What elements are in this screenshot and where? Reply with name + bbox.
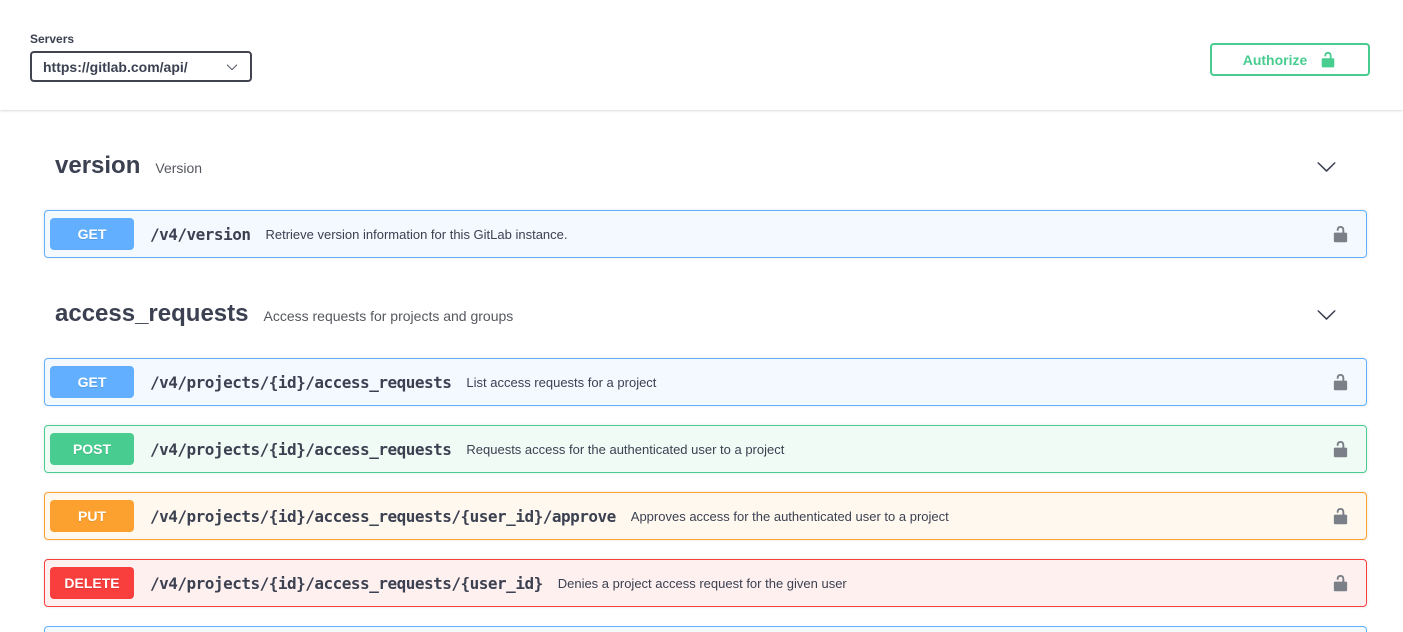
operation-path: /v4/projects/{id}/access_requests/{user_… [150, 507, 616, 526]
section-header-access-requests[interactable]: access_requests Access requests for proj… [44, 296, 1367, 332]
operation-row[interactable]: GET /v4/version Retrieve version informa… [44, 210, 1367, 258]
collapse-chevron-icon[interactable] [1316, 156, 1337, 177]
method-badge: DELETE [50, 567, 134, 599]
operation-summary: Denies a project access request for the … [558, 576, 1317, 591]
servers-select-value: https://gitlab.com/api/ [43, 59, 188, 75]
authorize-button[interactable]: Authorize [1210, 43, 1370, 76]
lock-button[interactable] [1327, 570, 1354, 597]
scheme-container: Servers https://gitlab.com/api/ Authoriz… [0, 0, 1403, 110]
lock-button[interactable] [1327, 436, 1354, 463]
operation-row-partial[interactable] [44, 626, 1367, 632]
section-description: Access requests for projects and groups [263, 304, 513, 324]
collapse-chevron-icon[interactable] [1316, 304, 1337, 325]
method-badge: PUT [50, 500, 134, 532]
section-header-version[interactable]: version Version [44, 148, 1367, 184]
lock-icon [1331, 574, 1350, 593]
operation-summary: Requests access for the authenticated us… [466, 442, 1317, 457]
lock-button[interactable] [1327, 369, 1354, 396]
lock-button[interactable] [1327, 503, 1354, 530]
operation-row[interactable]: PUT /v4/projects/{id}/access_requests/{u… [44, 492, 1367, 540]
servers-block: Servers https://gitlab.com/api/ [30, 32, 252, 82]
operation-row[interactable]: GET /v4/projects/{id}/access_requests Li… [44, 358, 1367, 406]
lock-button[interactable] [1327, 221, 1354, 248]
api-sections: version Version GET /v4/version Retrieve… [0, 148, 1403, 632]
operation-row[interactable]: POST /v4/projects/{id}/access_requests R… [44, 425, 1367, 473]
lock-icon [1331, 440, 1350, 459]
section-title: version [55, 152, 140, 180]
unlock-icon [1319, 51, 1337, 69]
operation-summary: List access requests for a project [466, 375, 1317, 390]
servers-select[interactable]: https://gitlab.com/api/ [30, 51, 252, 82]
operation-row[interactable]: DELETE /v4/projects/{id}/access_requests… [44, 559, 1367, 607]
section-description: Version [155, 156, 202, 176]
servers-label: Servers [30, 32, 252, 46]
operation-path: /v4/projects/{id}/access_requests [150, 440, 451, 459]
lock-icon [1331, 225, 1350, 244]
authorize-label: Authorize [1243, 52, 1308, 68]
method-badge: GET [50, 366, 134, 398]
chevron-down-icon [226, 61, 238, 73]
lock-icon [1331, 507, 1350, 526]
operation-path: /v4/projects/{id}/access_requests [150, 373, 451, 392]
operation-path: /v4/version [150, 225, 250, 244]
method-badge: POST [50, 433, 134, 465]
method-badge: GET [50, 218, 134, 250]
operation-summary: Approves access for the authenticated us… [631, 509, 1317, 524]
operation-path: /v4/projects/{id}/access_requests/{user_… [150, 574, 543, 593]
operation-summary: Retrieve version information for this Gi… [265, 227, 1317, 242]
section-title: access_requests [55, 300, 248, 328]
lock-icon [1331, 373, 1350, 392]
